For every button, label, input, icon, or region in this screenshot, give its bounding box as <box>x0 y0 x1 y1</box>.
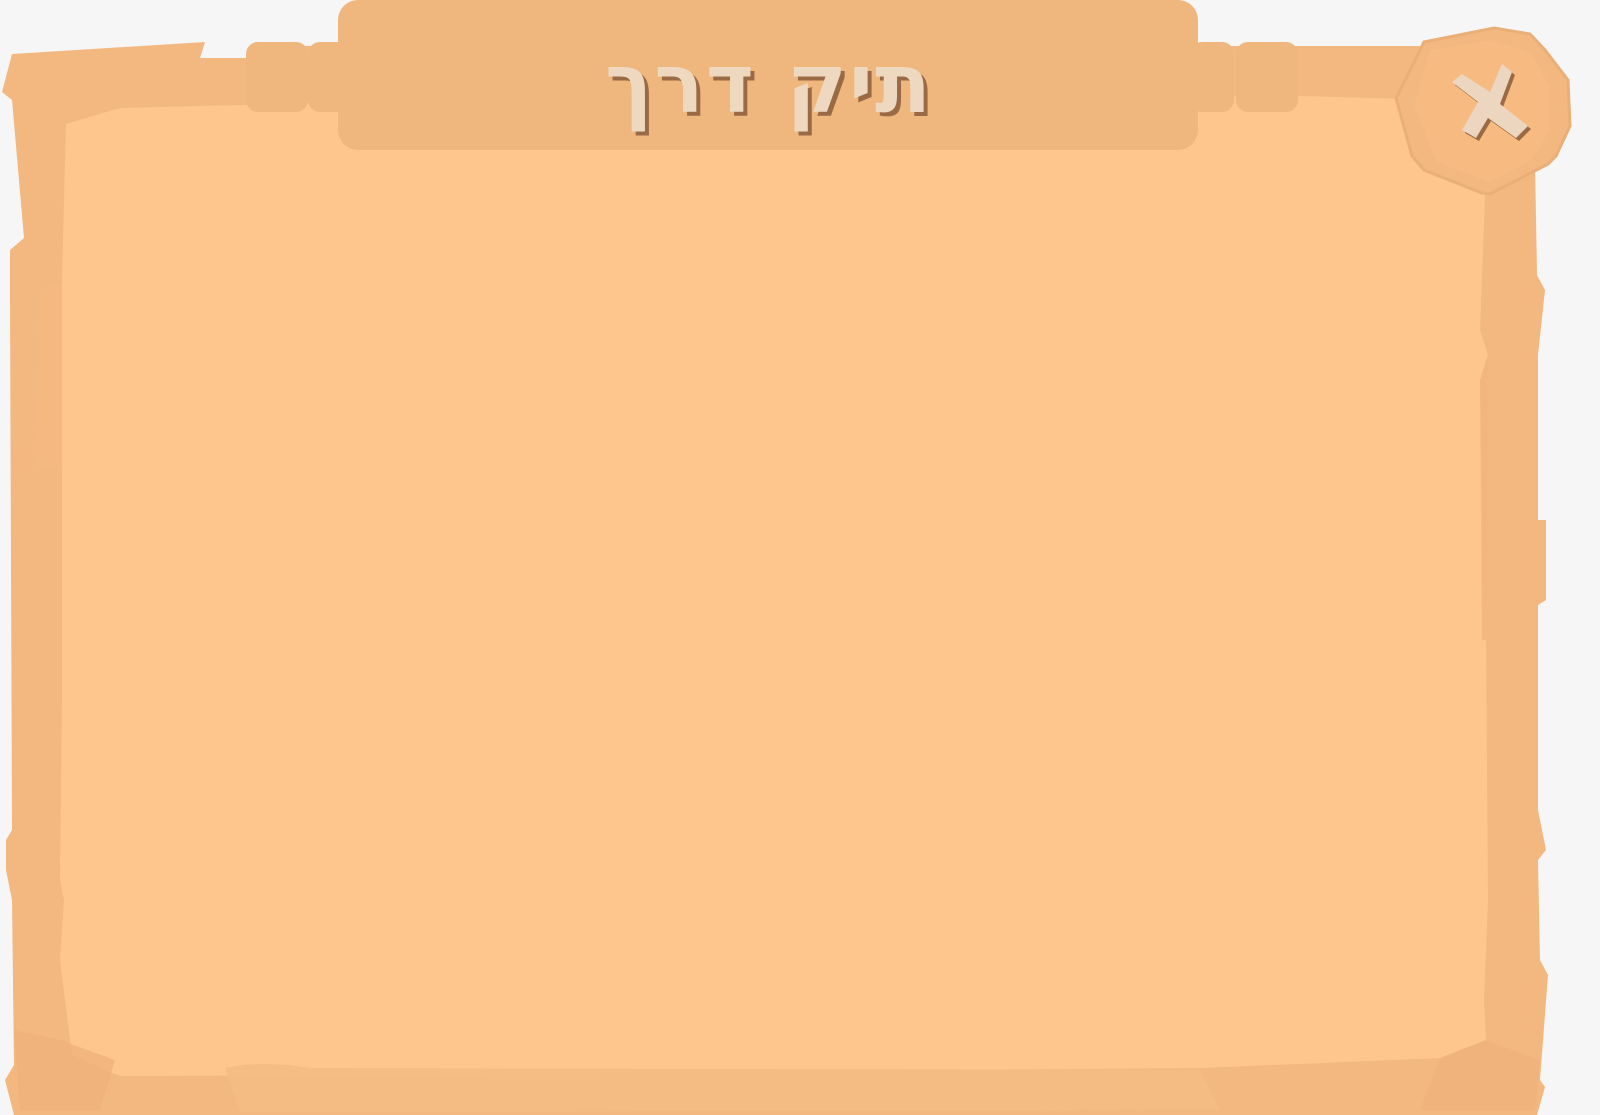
travel-case-dialog: תיק דרך <box>0 0 1600 1115</box>
dialog-title: תיק דרך <box>604 37 934 132</box>
dialog-content <box>70 160 1480 1060</box>
